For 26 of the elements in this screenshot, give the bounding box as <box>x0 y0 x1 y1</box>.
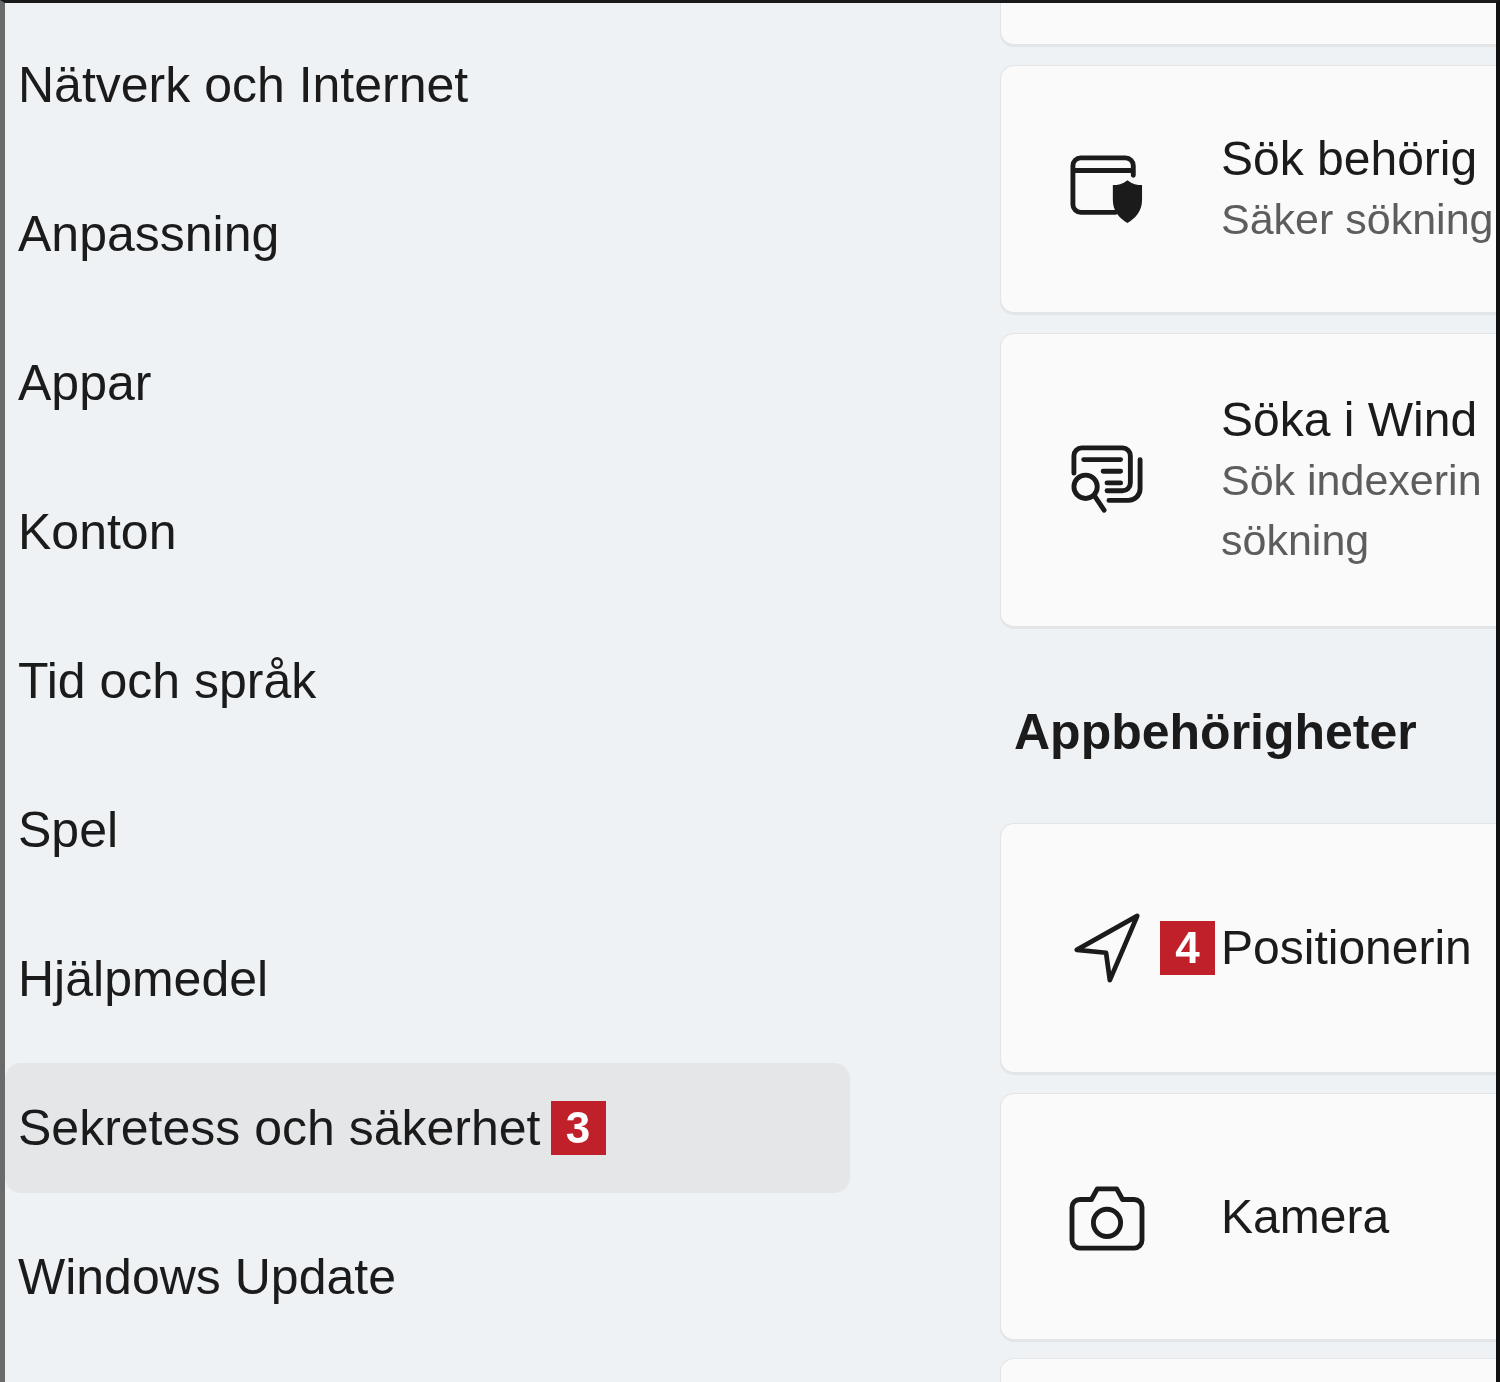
sidebar-item[interactable]: Anpassning <box>5 169 850 299</box>
settings-card[interactable]: 4 Positionerin <box>1000 823 1496 1073</box>
sidebar-item[interactable]: Sekretess och säkerhet 3 <box>5 1063 850 1193</box>
settings-card[interactable] <box>1000 3 1496 45</box>
card-title: Sök behörig <box>1221 131 1478 187</box>
callout-badge: 3 <box>550 1101 606 1155</box>
card-title: Söka i Wind <box>1221 392 1478 448</box>
search-documents-icon <box>1068 444 1146 516</box>
sidebar-item[interactable]: Tid och språk <box>5 616 850 746</box>
card-description: Säker sökning <box>1221 194 1494 245</box>
card-description: Sök indexerin sökning <box>1221 455 1482 566</box>
sidebar-item[interactable]: Konton <box>5 467 850 597</box>
card-title: Positionerin <box>1221 920 1472 976</box>
navigation-arrow-icon <box>1072 912 1142 984</box>
sidebar-item[interactable]: Nätverk och Internet <box>5 20 850 150</box>
sidebar-item[interactable]: Spel <box>5 765 850 895</box>
settings-card[interactable]: Kamera <box>1000 1093 1496 1340</box>
sidebar-item[interactable]: Windows Update <box>5 1212 850 1342</box>
settings-card[interactable]: Söka i Wind Sök indexerin sökning <box>1000 333 1496 627</box>
callout-badge: 4 <box>1160 921 1215 975</box>
sidebar-item[interactable]: Appar <box>5 318 850 448</box>
window-shield-icon <box>1069 152 1145 226</box>
settings-card[interactable]: Sök behörig Säker sökning <box>1000 65 1496 313</box>
section-heading: Appbehörigheter <box>1014 703 1418 762</box>
sidebar-item[interactable]: Hjälpmedel <box>5 914 850 1044</box>
card-title: Kamera <box>1221 1188 1390 1245</box>
